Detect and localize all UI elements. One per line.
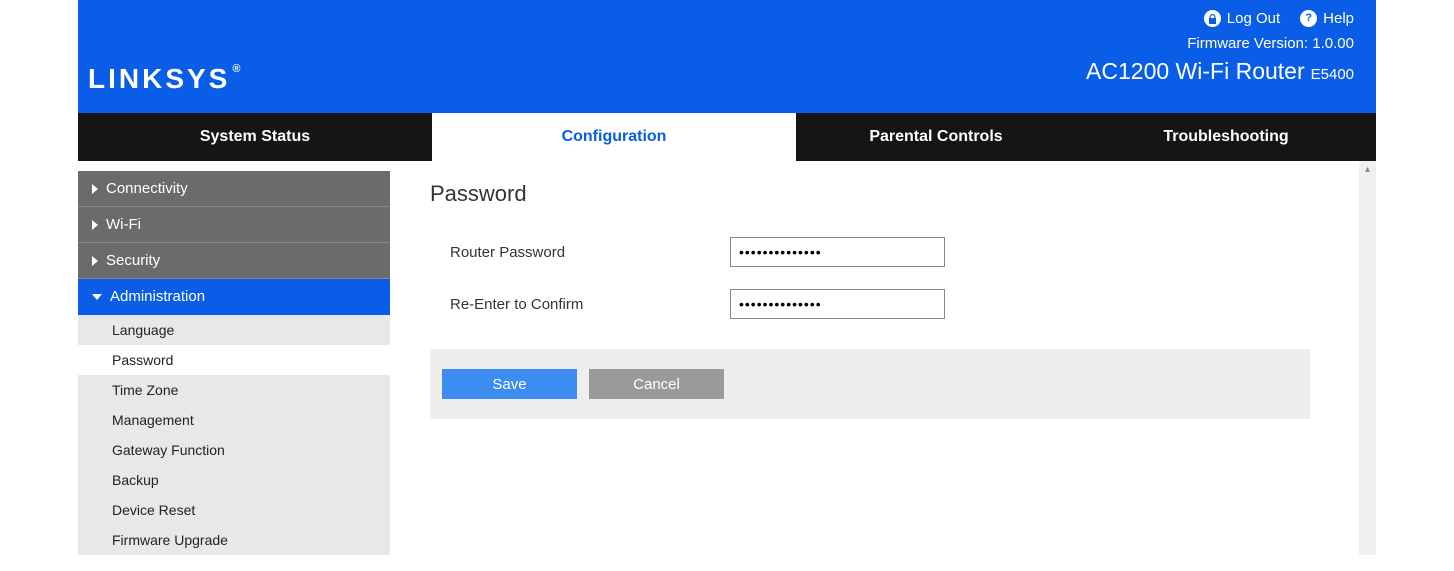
tab-configuration[interactable]: Configuration <box>432 113 796 161</box>
sidebar-sub-management[interactable]: Management <box>78 405 390 435</box>
main-content: ▴ Password Router Password Re-Enter to C… <box>390 161 1376 555</box>
brand-logo: LINKSYS® <box>88 63 240 95</box>
logout-link[interactable]: Log Out <box>1204 10 1280 27</box>
sidebar-sub-device-reset[interactable]: Device Reset <box>78 495 390 525</box>
sidebar-item-label: Administration <box>110 288 205 305</box>
help-link[interactable]: ? Help <box>1300 10 1354 27</box>
question-icon: ? <box>1300 10 1317 27</box>
lock-icon <box>1204 10 1221 27</box>
tab-troubleshooting[interactable]: Troubleshooting <box>1076 113 1376 161</box>
row-router-password: Router Password <box>430 237 1326 267</box>
chevron-right-icon <box>92 184 98 194</box>
confirm-password-input[interactable] <box>730 289 945 319</box>
chevron-right-icon <box>92 256 98 266</box>
sidebar-item-wifi[interactable]: Wi-Fi <box>78 207 390 243</box>
sidebar-sub-firmware-upgrade[interactable]: Firmware Upgrade <box>78 525 390 555</box>
tab-system-status[interactable]: System Status <box>78 113 432 161</box>
chevron-down-icon <box>92 294 102 300</box>
sidebar-sub-language[interactable]: Language <box>78 315 390 345</box>
help-label: Help <box>1323 10 1354 27</box>
sidebar: Connectivity Wi-Fi Security Administrati… <box>78 161 390 555</box>
row-confirm-password: Re-Enter to Confirm <box>430 289 1326 319</box>
sidebar-sub-backup[interactable]: Backup <box>78 465 390 495</box>
page-title: Password <box>430 181 1326 207</box>
sidebar-item-administration[interactable]: Administration <box>78 279 390 315</box>
sidebar-sub-password[interactable]: Password <box>78 345 390 375</box>
sidebar-sub-timezone[interactable]: Time Zone <box>78 375 390 405</box>
confirm-password-label: Re-Enter to Confirm <box>450 296 730 313</box>
save-button[interactable]: Save <box>442 369 577 399</box>
sidebar-item-label: Security <box>106 252 160 269</box>
router-password-label: Router Password <box>450 244 730 261</box>
sidebar-item-connectivity[interactable]: Connectivity <box>78 171 390 207</box>
tab-parental-controls[interactable]: Parental Controls <box>796 113 1076 161</box>
router-password-input[interactable] <box>730 237 945 267</box>
cancel-button[interactable]: Cancel <box>589 369 724 399</box>
firmware-version: Firmware Version: 1.0.00 <box>78 27 1376 52</box>
main-tabs: System Status Configuration Parental Con… <box>78 113 1376 161</box>
logout-label: Log Out <box>1227 10 1280 27</box>
scroll-up-icon[interactable]: ▴ <box>1359 161 1376 178</box>
sidebar-sub-gateway[interactable]: Gateway Function <box>78 435 390 465</box>
scrollbar[interactable]: ▴ <box>1359 161 1376 555</box>
header: Log Out ? Help Firmware Version: 1.0.00 … <box>78 0 1376 113</box>
button-bar: Save Cancel <box>430 349 1310 419</box>
chevron-right-icon <box>92 220 98 230</box>
sidebar-item-label: Wi-Fi <box>106 216 141 233</box>
product-name: AC1200 Wi-Fi RouterE5400 <box>78 52 1376 85</box>
sidebar-item-security[interactable]: Security <box>78 243 390 279</box>
sidebar-item-label: Connectivity <box>106 180 188 197</box>
